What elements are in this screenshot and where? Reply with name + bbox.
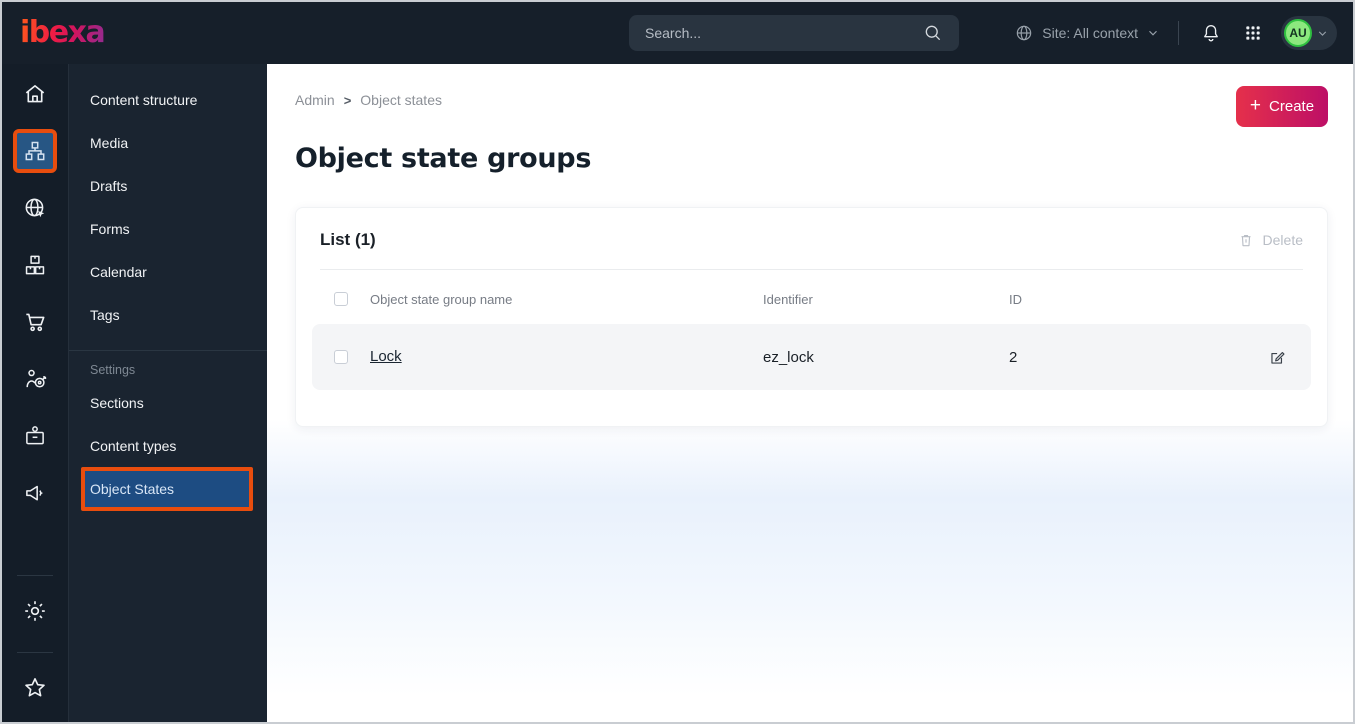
sidebar-item-admin-settings[interactable] (13, 589, 57, 633)
sidebar-item-bookmarks[interactable] (13, 666, 57, 710)
secondary-menu: Content structure Media Drafts Forms Cal… (69, 64, 267, 722)
breadcrumb: Admin > Object states (295, 92, 442, 108)
search-icon[interactable] (919, 19, 947, 47)
create-button-label: Create (1269, 98, 1315, 115)
topbar-actions: Site: All context AU (1014, 16, 1353, 50)
row-id: 2 (1009, 348, 1018, 366)
app-window: ibexa Site: All context (0, 0, 1355, 724)
list-title: List (1) (320, 230, 376, 249)
column-identifier: Identifier (763, 291, 813, 307)
personalization-target-icon (22, 366, 48, 392)
sidebar-divider (17, 575, 53, 576)
breadcrumb-separator: > (343, 92, 352, 108)
content-structure-icon (23, 139, 47, 163)
sidebar-item-customers[interactable] (13, 414, 57, 458)
avatar: AU (1284, 19, 1312, 47)
user-menu[interactable]: AU (1281, 16, 1337, 50)
globe-icon (1014, 23, 1034, 43)
menu-section-label: Settings (90, 363, 136, 377)
top-bar: ibexa Site: All context (2, 2, 1353, 64)
menu-item-calendar[interactable]: Calendar (69, 250, 267, 293)
column-id: ID (1009, 291, 1022, 307)
global-search[interactable] (629, 15, 959, 51)
sidebar-divider (17, 652, 53, 653)
sidebar-item-site[interactable] (13, 186, 57, 230)
topbar-divider (1178, 21, 1179, 45)
star-icon (22, 675, 48, 701)
menu-divider (69, 350, 267, 351)
breadcrumb-object-states: Object states (360, 92, 442, 108)
delete-button[interactable]: Delete (1237, 231, 1303, 249)
plus-icon: + (1249, 95, 1262, 116)
chevron-down-icon (1316, 27, 1329, 40)
menu-item-drafts[interactable]: Drafts (69, 164, 267, 207)
site-context-label: Site: All context (1042, 25, 1138, 41)
row-checkbox[interactable] (334, 350, 348, 364)
notifications-bell-icon[interactable] (1197, 19, 1225, 47)
object-state-groups-card: List (1) Delete Object state group name … (295, 207, 1328, 427)
create-button[interactable]: + Create (1236, 86, 1328, 127)
delete-button-label: Delete (1262, 232, 1303, 248)
product-boxes-icon (22, 252, 48, 278)
sidebar-item-home[interactable] (13, 72, 57, 116)
app-grid-icon[interactable] (1239, 19, 1267, 47)
sidebar-item-content-structure[interactable] (13, 129, 57, 173)
row-identifier: ez_lock (763, 348, 814, 366)
sidebar-item-commerce[interactable] (13, 300, 57, 344)
ibexa-logo: ibexa (20, 15, 106, 50)
customer-badge-icon (22, 423, 48, 449)
edit-icon[interactable] (1268, 348, 1287, 367)
menu-item-forms[interactable]: Forms (69, 207, 267, 250)
row-name-link[interactable]: Lock (370, 348, 402, 365)
table-header: Object state group name Identifier ID (320, 288, 1303, 310)
table-row: Lock ez_lock 2 (312, 324, 1311, 390)
column-name: Object state group name (370, 291, 513, 307)
trash-icon (1237, 231, 1255, 249)
card-divider (320, 269, 1303, 270)
site-context-selector[interactable]: Site: All context (1014, 23, 1160, 43)
shopping-cart-icon (22, 309, 48, 335)
megaphone-icon (22, 480, 48, 506)
site-globe-cursor-icon (22, 195, 48, 221)
menu-item-content-structure[interactable]: Content structure (69, 78, 267, 121)
page-title: Object state groups (295, 143, 592, 174)
search-input[interactable] (645, 25, 919, 41)
select-all-checkbox[interactable] (334, 292, 348, 306)
home-icon (22, 81, 48, 107)
menu-item-media[interactable]: Media (69, 121, 267, 164)
gear-icon (22, 598, 48, 624)
breadcrumb-admin[interactable]: Admin (295, 92, 335, 108)
menu-item-content-types[interactable]: Content types (69, 424, 267, 467)
sidebar-item-personalization[interactable] (13, 357, 57, 401)
chevron-down-icon (1146, 26, 1160, 40)
menu-item-object-states[interactable]: Object States (81, 467, 253, 511)
main-content: Admin > Object states + Create Object st… (267, 64, 1353, 722)
menu-item-sections[interactable]: Sections (69, 381, 267, 424)
sidebar-item-marketing[interactable] (13, 471, 57, 515)
main-sidebar (2, 64, 69, 722)
menu-item-tags[interactable]: Tags (69, 293, 267, 336)
sidebar-item-product-catalog[interactable] (13, 243, 57, 287)
